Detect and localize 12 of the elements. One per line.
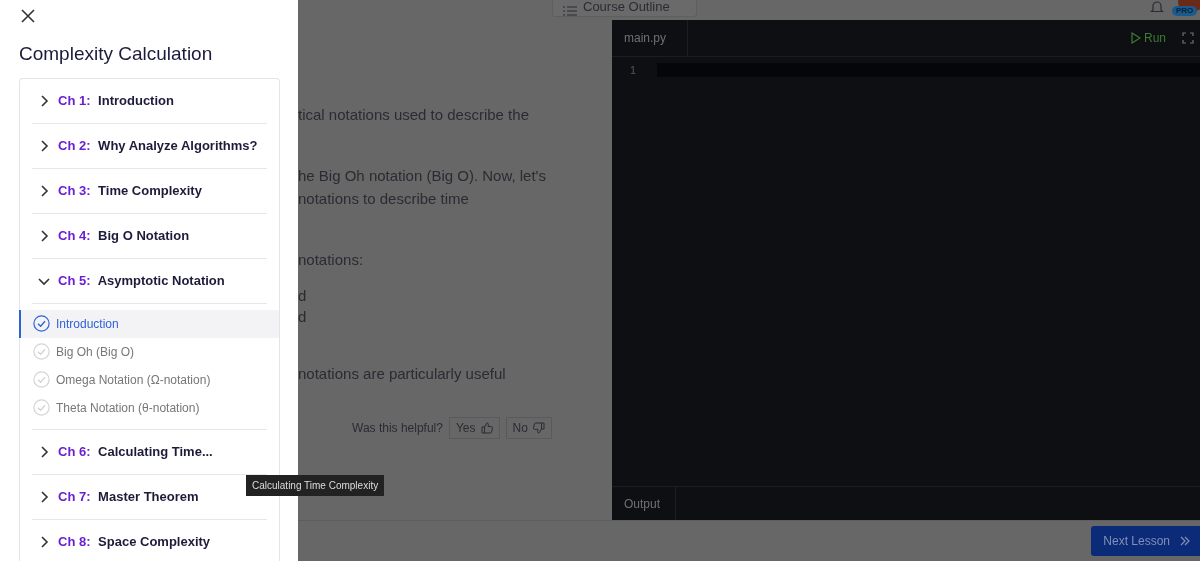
lesson-text: he Big Oh notation (Big O). Now, let's [298, 166, 547, 186]
lesson-text: d [298, 286, 308, 306]
pro-badge: PRO [1172, 6, 1198, 16]
lesson-text: notations to describe time [298, 189, 470, 209]
course-title: Complexity Calculation [19, 42, 214, 66]
lesson-text: d [298, 307, 308, 327]
tooltip: Calculating Time Complexity [246, 475, 385, 496]
feedback-question: Was this helpful? [352, 420, 443, 437]
line-number: 1 [628, 63, 637, 77]
lesson-text: notations are particularly useful [298, 364, 507, 384]
lesson-text: notations: [298, 250, 365, 270]
lesson-text: tical notations used to describe the [298, 105, 530, 125]
